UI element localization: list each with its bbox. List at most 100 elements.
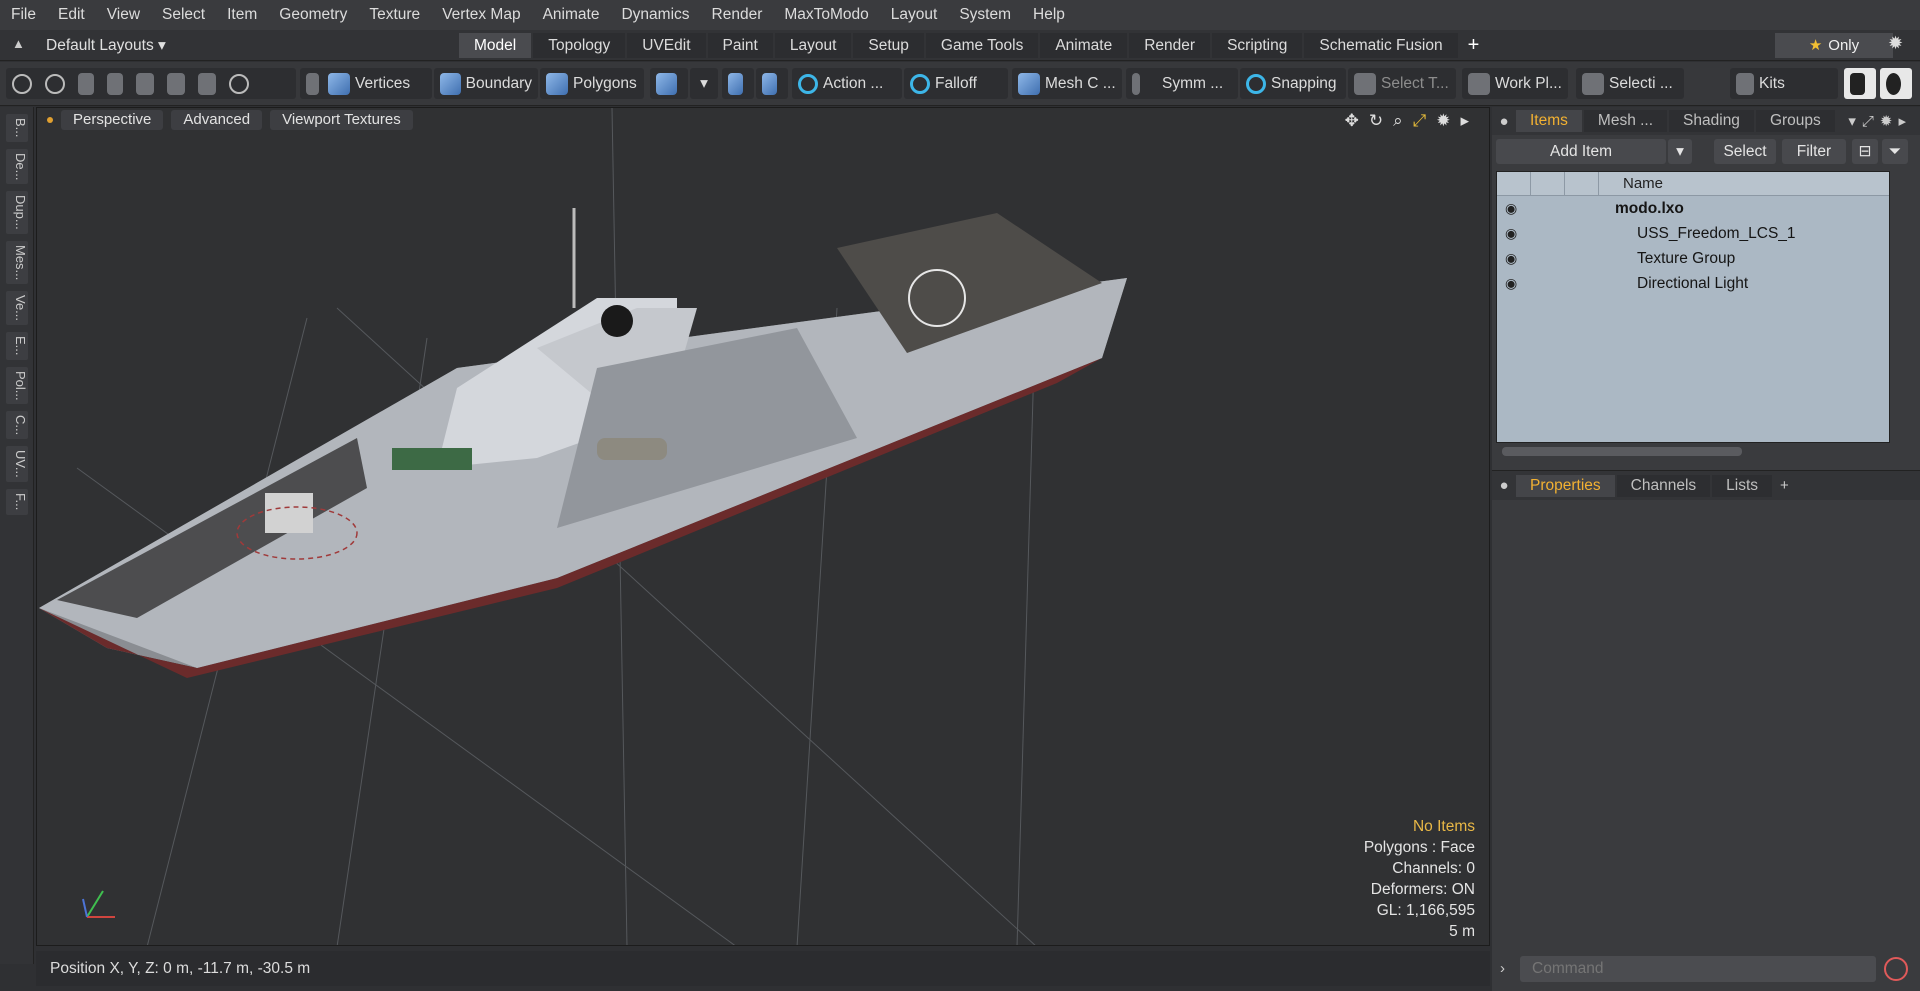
menu-layout[interactable]: Layout xyxy=(880,0,949,30)
eye-icon[interactable]: ◉ xyxy=(1505,271,1517,296)
tree-row[interactable]: ◉ modo.lxo xyxy=(1497,196,1889,221)
menu-select[interactable]: Select xyxy=(151,0,216,30)
tab-advanced[interactable]: Advanced xyxy=(171,110,263,130)
tree-scrollbar[interactable] xyxy=(1496,443,1890,460)
tab-paint[interactable]: Paint xyxy=(707,33,773,58)
tab-perspective[interactable]: Perspective xyxy=(61,110,164,130)
tab-channels[interactable]: Channels xyxy=(1616,474,1711,497)
axis-column-icon[interactable] xyxy=(1565,172,1599,195)
select-through-button[interactable]: Select T... xyxy=(1348,68,1456,99)
menu-item[interactable]: Item xyxy=(216,0,268,30)
strip-item-duplicate[interactable]: Dup... xyxy=(6,190,28,234)
strip-item-basic[interactable]: B... xyxy=(6,114,28,142)
polygons-button[interactable]: Polygons xyxy=(540,68,644,99)
tab-game-tools[interactable]: Game Tools xyxy=(925,33,1039,58)
only-toggle[interactable]: ★ Only xyxy=(1775,33,1893,58)
filter-button[interactable]: Filter xyxy=(1782,139,1846,164)
tab-groups[interactable]: Groups xyxy=(1755,110,1835,132)
loop-icon[interactable] xyxy=(136,72,154,95)
strip-item-edge[interactable]: E... xyxy=(6,332,28,360)
material-mode-button[interactable] xyxy=(650,68,688,99)
globe-icon[interactable] xyxy=(45,73,65,94)
zoom-icon[interactable]: ⌕ xyxy=(1393,111,1403,131)
panel-controls-icon[interactable]: ▾⤢✹▸ xyxy=(1848,112,1912,130)
menu-geometry[interactable]: Geometry xyxy=(268,0,358,30)
symmetry-button[interactable]: Symm ... xyxy=(1126,68,1238,99)
command-arrow-icon[interactable]: › xyxy=(1500,956,1505,982)
sphere-select-icon[interactable] xyxy=(12,73,32,94)
tree-row[interactable]: ◉ Directional Light xyxy=(1497,271,1889,296)
tab-shading[interactable]: Shading xyxy=(1669,110,1754,132)
frame-icon[interactable] xyxy=(198,72,216,95)
tab-model[interactable]: Model xyxy=(459,33,532,58)
boundary-button[interactable]: Boundary xyxy=(434,68,538,99)
tab-uvedit[interactable]: UVEdit xyxy=(627,33,706,58)
funnel-icon[interactable]: ⏷ xyxy=(1882,139,1908,164)
work-plane-button[interactable]: Work Pl... xyxy=(1462,68,1568,99)
tab-layout[interactable]: Layout xyxy=(774,33,852,58)
default-layouts-dropdown[interactable]: Default Layouts ▾ xyxy=(46,30,166,61)
tab-items[interactable]: Items xyxy=(1516,110,1582,132)
record-icon[interactable] xyxy=(1884,957,1908,981)
gear-icon[interactable]: ✹ xyxy=(1888,33,1903,54)
vertices-button[interactable]: Vertices xyxy=(322,68,432,99)
brush-icon[interactable] xyxy=(107,72,123,95)
menu-dynamics[interactable]: Dynamics xyxy=(610,0,700,30)
settings-icon[interactable]: ✹ xyxy=(1436,111,1450,131)
play-arrow-icon[interactable]: ▸ xyxy=(1460,111,1469,131)
strip-item-vertex[interactable]: Ve... xyxy=(6,291,28,326)
collapse-up-icon[interactable]: ▲ xyxy=(12,36,30,54)
menu-file[interactable]: File xyxy=(0,0,47,30)
lock-column-icon[interactable] xyxy=(1531,172,1565,195)
tab-scripting[interactable]: Scripting xyxy=(1212,33,1303,58)
unreal-button[interactable] xyxy=(1880,68,1912,99)
add-item-button[interactable]: Add Item xyxy=(1496,139,1666,164)
strip-item-deform[interactable]: De... xyxy=(6,148,28,184)
strip-item-mesh[interactable]: Mes... xyxy=(6,240,28,285)
strip-item-curve[interactable]: C... xyxy=(6,411,28,440)
collapse-icon[interactable]: ⊟ xyxy=(1852,139,1878,164)
name-column-header[interactable]: Name xyxy=(1623,172,1663,196)
panel-menu-dot[interactable]: ● xyxy=(1492,477,1516,494)
tab-lists[interactable]: Lists xyxy=(1712,474,1773,497)
select-button[interactable]: Select xyxy=(1714,139,1776,164)
menu-texture[interactable]: Texture xyxy=(358,0,431,30)
menu-view[interactable]: View xyxy=(96,0,151,30)
tab-mesh[interactable]: Mesh ... xyxy=(1583,110,1668,132)
tab-topology[interactable]: Topology xyxy=(533,33,626,58)
pen-icon[interactable] xyxy=(78,72,94,95)
tree-row[interactable]: ◉ USS_Freedom_LCS_1 xyxy=(1497,221,1889,246)
snapping-button[interactable]: Snapping xyxy=(1240,68,1346,99)
menu-edit[interactable]: Edit xyxy=(47,0,96,30)
tab-viewport-textures[interactable]: Viewport Textures xyxy=(270,110,413,130)
clock-icon[interactable] xyxy=(229,73,249,94)
add-tab-button[interactable]: + xyxy=(1460,33,1488,58)
mode-dropdown[interactable]: ▾ xyxy=(690,68,718,99)
maximize-icon[interactable]: ⤢ xyxy=(1413,111,1427,131)
eye-icon[interactable]: ◉ xyxy=(1505,221,1517,246)
move-icon[interactable]: ✥ xyxy=(1345,111,1359,131)
menu-help[interactable]: Help xyxy=(1022,0,1076,30)
strip-item-polygon[interactable]: Pol... xyxy=(6,366,28,405)
add-item-dropdown[interactable]: ▾ xyxy=(1668,139,1692,164)
tab-properties[interactable]: Properties xyxy=(1516,474,1615,497)
tree-row[interactable]: ◉ Texture Group xyxy=(1497,246,1889,271)
menu-system[interactable]: System xyxy=(948,0,1022,30)
menu-maxtomodo[interactable]: MaxToModo xyxy=(773,0,879,30)
rotate-icon[interactable]: ↻ xyxy=(1369,111,1383,131)
center-button[interactable] xyxy=(756,68,788,99)
strip-item-fusion[interactable]: F... xyxy=(6,489,28,515)
panel-menu-dot[interactable]: ● xyxy=(1492,113,1516,130)
pivot-button[interactable] xyxy=(722,68,754,99)
tab-setup[interactable]: Setup xyxy=(853,33,924,58)
mesh-constraint-button[interactable]: Mesh C ... xyxy=(1012,68,1122,99)
visibility-column-icon[interactable] xyxy=(1497,172,1531,195)
kits-button[interactable]: Kits xyxy=(1730,68,1838,99)
tab-animate[interactable]: Animate xyxy=(1040,33,1128,58)
menu-vertex-map[interactable]: Vertex Map xyxy=(431,0,531,30)
viewport-menu-dot[interactable] xyxy=(47,117,53,123)
scroll-handle[interactable] xyxy=(1502,447,1742,456)
falloff-button[interactable]: Falloff xyxy=(904,68,1008,99)
menu-animate[interactable]: Animate xyxy=(532,0,611,30)
selection-sets-button[interactable]: Selecti ... xyxy=(1576,68,1684,99)
